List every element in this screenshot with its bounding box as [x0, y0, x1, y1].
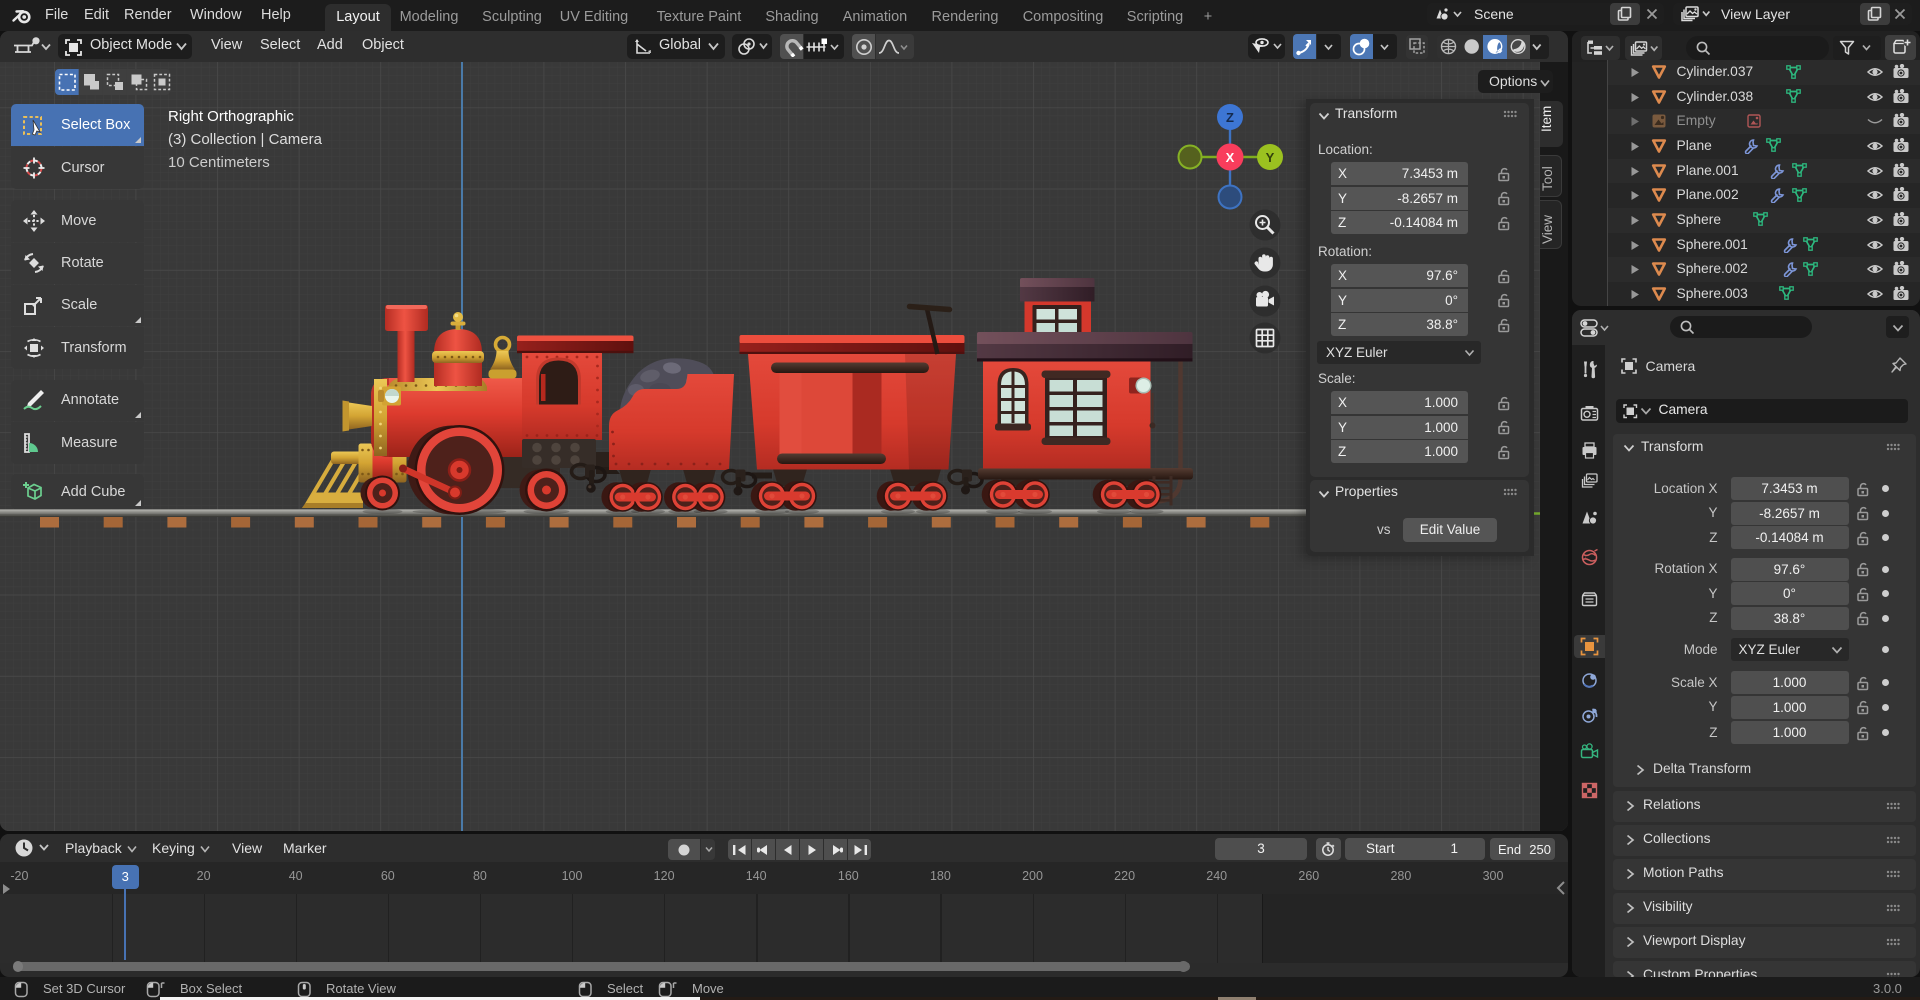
svg-text:(3) Collection | Camera: (3) Collection | Camera	[168, 131, 323, 148]
svg-text:Right Orthographic: Right Orthographic	[168, 108, 294, 125]
svg-text:X: X	[1226, 150, 1235, 165]
svg-text:10 Centimeters: 10 Centimeters	[168, 154, 270, 171]
svg-text:Z: Z	[1226, 110, 1234, 125]
svg-text:Y: Y	[1266, 150, 1275, 165]
